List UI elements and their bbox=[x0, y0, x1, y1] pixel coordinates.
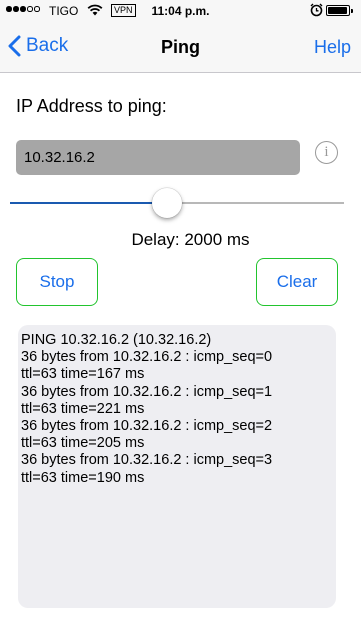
output-line: ttl=63 time=190 ms bbox=[21, 469, 145, 486]
slider-thumb[interactable] bbox=[151, 188, 182, 218]
ip-address-input[interactable] bbox=[16, 140, 300, 175]
info-icon[interactable]: i bbox=[315, 141, 338, 164]
ping-output: PING 10.32.16.2 (10.32.16.2) 36 bytes fro… bbox=[18, 325, 336, 608]
alarm-icon bbox=[310, 3, 323, 20]
output-line: ttl=63 time=167 ms bbox=[21, 366, 145, 383]
output-line: ttl=63 time=221 ms bbox=[21, 400, 145, 417]
output-line: 36 bytes from 10.32.16.2 : icmp_seq=1 bbox=[21, 383, 273, 400]
page-title: Ping bbox=[161, 37, 200, 57]
help-button[interactable]: Help bbox=[314, 37, 351, 58]
clear-button[interactable]: Clear bbox=[256, 258, 338, 306]
status-bar: TIGO VPN 11:04 p.m. bbox=[0, 0, 361, 22]
delay-label: Delay: 2000 ms bbox=[131, 230, 250, 249]
battery-icon bbox=[326, 5, 353, 16]
delay-slider[interactable] bbox=[10, 188, 344, 218]
ip-address-label: IP Address to ping: bbox=[16, 96, 167, 116]
slider-filled-track bbox=[10, 202, 167, 204]
output-line: PING 10.32.16.2 (10.32.16.2) bbox=[21, 332, 212, 348]
output-line: ttl=63 time=205 ms bbox=[21, 435, 145, 452]
output-line: 36 bytes from 10.32.16.2 : icmp_seq=3 bbox=[21, 452, 273, 469]
navigation-bar: Back Ping Help bbox=[0, 22, 361, 73]
status-time: 11:04 p.m. bbox=[151, 4, 210, 18]
stop-button[interactable]: Stop bbox=[16, 258, 98, 306]
output-line: 36 bytes from 10.32.16.2 : icmp_seq=0 bbox=[21, 349, 273, 366]
output-line: 36 bytes from 10.32.16.2 : icmp_seq=2 bbox=[21, 418, 273, 435]
